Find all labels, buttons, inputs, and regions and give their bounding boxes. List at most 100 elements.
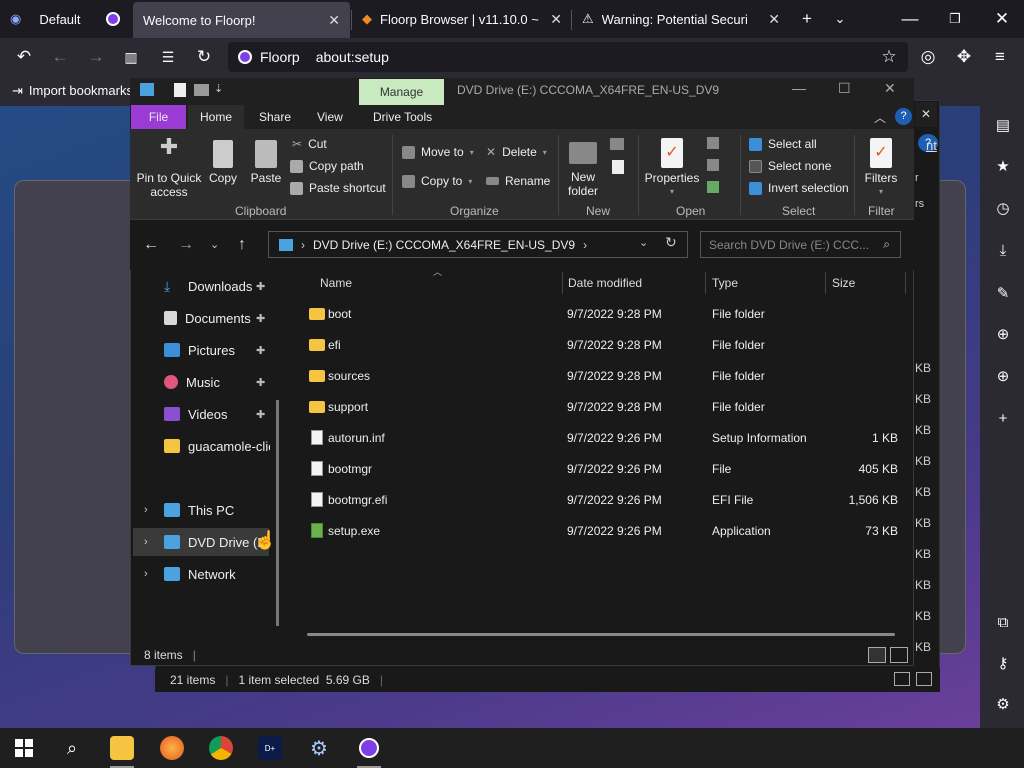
briefcase-icon[interactable]: ▤	[992, 114, 1014, 136]
firefox-icon[interactable]	[160, 736, 184, 760]
horizontal-scrollbar[interactable]	[307, 633, 895, 636]
new-folder-button[interactable]: New folder	[562, 140, 604, 198]
bookmark-star-icon[interactable]: ☆	[875, 43, 903, 71]
nav-item-this-pc[interactable]: › This PC	[140, 496, 270, 524]
minimize-icon[interactable]: —	[792, 80, 806, 96]
delete-button[interactable]: ✕ Delete ▾	[486, 145, 547, 159]
close-window-icon[interactable]: ✕	[988, 5, 1016, 33]
new-folder-quick-icon[interactable]	[194, 84, 209, 96]
forward-arrow-icon[interactable]: →	[178, 236, 194, 254]
file-row-bootmgr-efi[interactable]: bootmgr.efi 9/7/2022 9:26 PM EFI File 1,…	[307, 485, 907, 516]
close-icon[interactable]: ✕	[768, 11, 780, 28]
tab-welcome[interactable]: Welcome to Floorp! ✕	[133, 2, 350, 38]
restore-icon[interactable]: ❐	[941, 5, 969, 33]
column-type[interactable]: Type	[712, 272, 738, 294]
disney-plus-icon[interactable]: D+	[258, 736, 282, 760]
history-icon[interactable]: ◷	[992, 197, 1014, 219]
rename-button[interactable]: Rename	[486, 174, 550, 188]
recent-locations-chevron-icon[interactable]: ⌄	[210, 238, 219, 251]
easy-access-icon[interactable]	[612, 160, 624, 174]
file-row-bootmgr[interactable]: bootmgr 9/7/2022 9:26 PM File 405 KB	[307, 454, 907, 485]
help-icon[interactable]: ?	[895, 108, 912, 125]
column-size[interactable]: Size	[832, 272, 855, 294]
details-view-icon[interactable]	[894, 672, 910, 686]
refresh-icon[interactable]: ↻	[665, 234, 677, 251]
move-to-button[interactable]: Move to ▾	[402, 145, 474, 159]
back-icon[interactable]: ←	[46, 43, 74, 71]
close-icon[interactable]: ✕	[328, 12, 340, 29]
file-row-support[interactable]: support 9/7/2022 9:28 PM File folder	[307, 392, 907, 423]
expand-chevron-icon[interactable]: ›	[144, 536, 148, 548]
invert-selection-button[interactable]: Invert selection	[749, 181, 849, 195]
copy-button[interactable]: Copy	[207, 140, 239, 185]
sidebar-toggle-icon[interactable]: ▥	[117, 43, 145, 71]
pin-to-quick-access-button[interactable]: ✚ Pin to Quick access	[135, 136, 203, 200]
address-dropdown-icon[interactable]: ⌄	[639, 236, 648, 249]
account-icon[interactable]: ◎	[914, 43, 942, 71]
up-arrow-icon[interactable]: ↑	[238, 236, 246, 254]
close-icon[interactable]: ✕	[884, 80, 896, 97]
new-tab-plus-icon[interactable]: +	[793, 5, 821, 33]
history-icon[interactable]	[707, 181, 719, 193]
column-divider[interactable]	[905, 272, 906, 294]
reload-icon[interactable]: ↻	[190, 43, 218, 71]
tab-share[interactable]: Share	[247, 105, 303, 129]
puzzle-icon[interactable]: ⧉	[992, 611, 1014, 633]
nav-scrollbar[interactable]	[276, 400, 279, 626]
copy-to-button[interactable]: Copy to ▾	[402, 174, 472, 188]
large-icons-view-icon[interactable]	[890, 647, 908, 663]
nav-item-music[interactable]: Music ✚	[140, 368, 270, 396]
file-row-boot[interactable]: boot 9/7/2022 9:28 PM File folder	[307, 299, 907, 330]
properties-button[interactable]: ✓ Properties ▾	[644, 138, 700, 199]
edit-icon[interactable]	[707, 159, 719, 171]
expand-chevron-icon[interactable]: ›	[144, 504, 148, 516]
cut-button[interactable]: ✂ Cut	[292, 137, 327, 151]
nav-item-dvd-drive[interactable]: › DVD Drive (E:)	[133, 528, 269, 556]
paste-button[interactable]: Paste	[248, 140, 284, 185]
properties-quick-icon[interactable]	[174, 83, 186, 97]
file-row-efi[interactable]: efi 9/7/2022 9:28 PM File folder	[307, 330, 907, 361]
nav-item-videos[interactable]: Videos ✚	[140, 400, 270, 428]
settings-gear-icon[interactable]: ⚙	[992, 693, 1014, 715]
nav-item-network[interactable]: › Network	[140, 560, 270, 588]
select-none-button[interactable]: Select none	[749, 159, 831, 173]
close-icon[interactable]: ✕	[915, 102, 937, 127]
tree-tabs-icon[interactable]: ☰	[154, 43, 182, 71]
minimize-icon[interactable]: —	[896, 5, 924, 33]
partial-link[interactable]: nt	[926, 138, 937, 153]
tab-security-warning[interactable]: ⚠ Warning: Potential Security Ri ✕	[572, 0, 790, 38]
tab-view[interactable]: View	[305, 105, 355, 129]
manage-contextual-tab[interactable]: Manage	[359, 79, 444, 105]
extensions-icon[interactable]: ✥	[950, 43, 978, 71]
search-icon[interactable]: ⌕	[60, 736, 84, 760]
workspace-default[interactable]: ◉ Default	[0, 0, 130, 38]
new-item-icon[interactable]	[610, 138, 624, 150]
nav-item-guacamole-client[interactable]: guacamole-client	[140, 432, 270, 460]
paste-shortcut-button[interactable]: Paste shortcut	[290, 181, 386, 195]
key-icon[interactable]: ⚷	[992, 652, 1014, 674]
tab-floorp-browser[interactable]: ◆ Floorp Browser | v11.10.0 ~ v1 ✕	[352, 0, 572, 38]
add-panel-icon[interactable]: +	[992, 407, 1014, 429]
column-divider[interactable]	[562, 272, 563, 294]
file-row-sources[interactable]: sources 9/7/2022 9:28 PM File folder	[307, 361, 907, 392]
customize-qat-icon[interactable]: ⇣	[214, 82, 223, 95]
list-tabs-chevron-icon[interactable]: ⌄	[826, 5, 854, 33]
address-bar[interactable]: › DVD Drive (E:) CCCOMA_X64FRE_EN-US_DV9…	[268, 231, 688, 258]
import-bookmarks-link[interactable]: ⇥ Import bookmarks	[12, 83, 133, 99]
file-row-autorun-inf[interactable]: autorun.inf 9/7/2022 9:26 PM Setup Infor…	[307, 423, 907, 454]
web-panel-globe-icon[interactable]: ⊕	[992, 323, 1014, 345]
nav-item-pictures[interactable]: Pictures ✚	[140, 336, 270, 364]
chrome-icon[interactable]	[209, 736, 233, 760]
open-icon[interactable]	[707, 137, 719, 149]
details-view-icon[interactable]	[868, 647, 886, 663]
select-all-button[interactable]: Select all	[749, 137, 817, 151]
url-bar[interactable]: Floorp about:setup	[228, 42, 908, 72]
file-row-setup-exe[interactable]: setup.exe 9/7/2022 9:26 PM Application 7…	[307, 516, 907, 547]
column-date-modified[interactable]: Date modified	[568, 272, 642, 294]
downloads-icon[interactable]: ⤓	[992, 239, 1014, 261]
web-panel-globe-icon[interactable]: ⊕	[992, 365, 1014, 387]
copy-path-button[interactable]: Copy path	[290, 159, 364, 173]
close-icon[interactable]: ✕	[550, 11, 562, 28]
column-divider[interactable]	[825, 272, 826, 294]
large-icons-view-icon[interactable]	[916, 672, 932, 686]
